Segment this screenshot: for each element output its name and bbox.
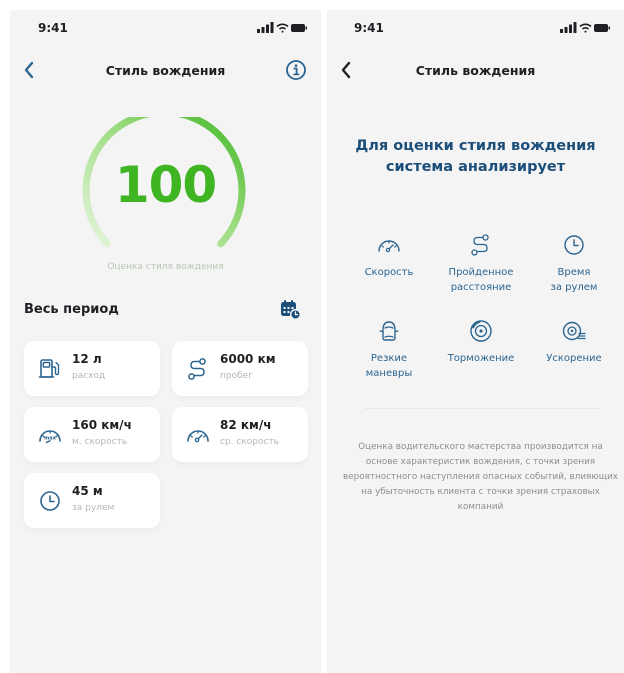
max-speedometer-icon: max xyxy=(39,430,61,444)
acceleration-icon xyxy=(562,321,586,341)
stat-card-avg-speed: 82 км/ч ср. скорость xyxy=(172,407,308,462)
page-title: Стиль вождения xyxy=(415,63,536,78)
stat-label: м. скорость xyxy=(72,437,128,447)
factor-acceleration: Ускорение xyxy=(529,318,619,366)
stat-label: ср. скорость xyxy=(220,437,279,447)
stat-value: 12 л xyxy=(72,352,102,366)
car-maneuver-icon xyxy=(379,321,399,341)
speedometer-icon xyxy=(378,240,400,253)
factor-label: Ускорение xyxy=(546,353,602,364)
battery-icon xyxy=(291,24,307,32)
nav-bar: Стиль вождения xyxy=(10,56,321,86)
stat-card-driving-time: 45 м за рулем xyxy=(24,473,160,528)
stat-card-max-speed: max 160 км/ч м. скорость xyxy=(24,407,160,462)
fuel-pump-icon xyxy=(38,359,60,378)
brake-disc-icon xyxy=(470,320,492,342)
stat-label: пробег xyxy=(220,371,253,381)
factor-driving-time: Время за рулем xyxy=(529,232,619,295)
stat-value: 82 км/ч xyxy=(220,418,272,432)
factor-label: Пройденное расстояние xyxy=(448,267,514,293)
period-title: Весь период xyxy=(24,302,119,317)
battery-icon xyxy=(594,24,610,32)
status-icons xyxy=(257,22,307,34)
speedometer-icon xyxy=(187,430,209,443)
clock-icon xyxy=(40,491,60,511)
status-time: 9:41 xyxy=(354,21,384,35)
factor-speed: Скорость xyxy=(344,232,434,280)
factor-distance: Пройденное расстояние xyxy=(436,232,526,295)
signal-icon xyxy=(257,22,274,33)
factor-label: Торможение xyxy=(447,353,515,364)
status-bar: 9:41 xyxy=(10,10,321,46)
factor-label: Резкие маневры xyxy=(365,353,413,379)
stat-label: расход xyxy=(72,371,106,381)
signal-icon xyxy=(560,22,577,33)
stat-value: 160 км/ч xyxy=(72,418,132,432)
factor-label: Время за рулем xyxy=(550,267,598,293)
stat-card-fuel: 12 л расход xyxy=(24,341,160,396)
wifi-icon xyxy=(579,23,592,33)
driving-style-screen: 9:41 Стиль вождения 100 Оценка стиля вож… xyxy=(10,10,321,673)
status-bar: 9:41 xyxy=(327,10,624,46)
driving-style-info-screen: 9:41 Стиль вождения Для оценки стиля вож… xyxy=(327,10,624,673)
route-icon xyxy=(188,358,206,380)
page-title: Стиль вождения xyxy=(105,63,226,78)
calendar-clock-icon xyxy=(281,300,302,321)
info-heading: Для оценки стиля вождения система анализ… xyxy=(355,138,596,175)
factor-braking: Торможение xyxy=(436,318,526,366)
clock-icon xyxy=(564,235,584,255)
info-icon xyxy=(286,60,306,80)
info-button[interactable] xyxy=(284,58,308,82)
stat-card-mileage: 6000 км пробег xyxy=(172,341,308,396)
factor-maneuvers: Резкие маневры xyxy=(344,318,434,381)
status-icons xyxy=(560,22,610,34)
stat-label: за рулем xyxy=(72,503,115,513)
route-icon xyxy=(471,234,489,256)
stat-value: 45 м xyxy=(72,484,103,498)
info-note: Оценка водительского мастерства производ… xyxy=(343,442,618,512)
factor-label: Скорость xyxy=(364,267,414,278)
divider xyxy=(365,408,598,409)
calendar-button[interactable] xyxy=(279,298,302,321)
score-value: 100 xyxy=(114,156,217,214)
score-caption: Оценка стиля вождения xyxy=(107,262,224,272)
status-time: 9:41 xyxy=(38,21,68,35)
nav-bar: Стиль вождения xyxy=(327,56,624,86)
stat-value: 6000 км xyxy=(220,352,276,366)
wifi-icon xyxy=(276,23,289,33)
